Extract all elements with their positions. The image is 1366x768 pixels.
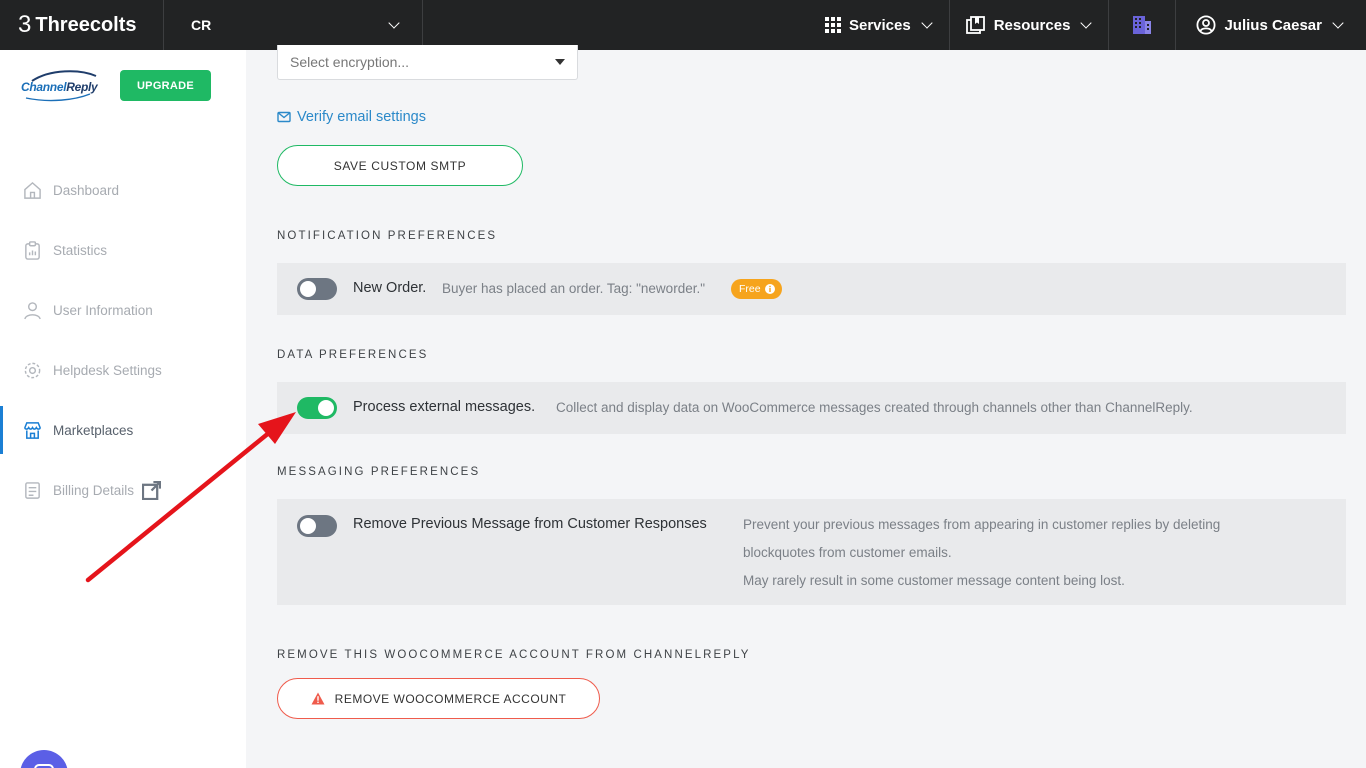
envelope-icon [277,111,291,123]
building-icon [1133,16,1152,34]
home-icon [24,181,41,199]
remove-previous-message-toggle[interactable] [297,515,337,537]
toggle-knob [300,518,316,534]
info-icon [764,284,775,294]
sidebar-item-marketplaces[interactable]: Marketplaces [0,400,246,460]
channelreply-logo[interactable]: ChannelReply [20,70,100,106]
chevron-down-icon [1080,17,1093,29]
chat-launcher-button[interactable] [20,750,68,768]
external-link-icon [142,480,162,500]
save-custom-smtp-button[interactable]: SAVE CUSTOM SMTP [277,145,523,186]
notification-preferences-heading: NOTIFICATION PREFERENCES [277,230,498,242]
threecolts-logo[interactable]: 3 Threecolts [0,0,164,50]
chevron-down-icon [921,17,933,29]
remove-account-label: REMOVE WOOCOMMERCE ACCOUNT [334,691,567,706]
upgrade-button[interactable]: UPGRADE [120,70,211,101]
sidebar-item-label: Marketplaces [53,422,134,438]
remove-account-heading: REMOVE THIS WOOCOMMERCE ACCOUNT FROM CHA… [277,649,751,661]
toggle-knob [300,281,316,297]
remove-previous-message-preference-card: Remove Previous Message from Customer Re… [277,499,1346,605]
resources-label: Resources [993,16,1071,34]
sidebar-item-dashboard[interactable]: Dashboard [0,160,246,220]
sidebar-item-label: Dashboard [53,182,120,198]
chevron-down-icon [1332,17,1344,29]
warning-icon [311,692,325,705]
new-order-description: Buyer has placed an order. Tag: "neworde… [442,281,705,296]
sidebar-item-statistics[interactable]: Statistics [0,220,246,280]
verify-email-settings-link[interactable]: Verify email settings [277,109,426,125]
resources-menu[interactable]: Resources [948,0,1109,50]
encryption-select[interactable]: Select encryption... [277,45,578,80]
account-switcher[interactable]: CR [164,0,423,50]
sidebar-item-billing-details[interactable]: Billing Details [0,460,246,520]
chevron-down-icon [388,17,400,29]
sidebar: ChannelReply UPGRADE Dashboard Statistic… [0,50,246,768]
threecolts-mark-icon: 3 [18,11,32,38]
account-name: CR [191,17,212,33]
free-badge-label: Free [739,283,761,295]
external-messages-description: Collect and display data on WooCommerce … [556,400,1193,415]
new-order-toggle[interactable] [297,278,337,300]
billing-icon [25,481,40,499]
new-order-title: New Order. [353,280,427,296]
gear-icon [24,362,41,378]
organization-button[interactable] [1108,0,1177,50]
sidebar-item-label: Helpdesk Settings [53,362,162,378]
user-menu[interactable]: Julius Caesar [1176,0,1366,50]
grid-icon [824,17,841,33]
encryption-select-placeholder: Select encryption... [290,54,410,70]
chat-icon [34,764,54,768]
user-name: Julius Caesar [1224,16,1322,34]
sidebar-item-label: User Information [53,302,153,318]
clipboard-icon [25,240,40,260]
external-messages-preference-card: Process external messages. Collect and d… [277,382,1346,434]
verify-email-label: Verify email settings [297,109,426,125]
sidebar-item-helpdesk-settings[interactable]: Helpdesk Settings [0,340,246,400]
external-messages-title: Process external messages. [353,399,536,415]
top-bar: 3 Threecolts CR Services Resources Juliu… [0,0,1366,50]
data-preferences-heading: DATA PREFERENCES [277,349,429,361]
sidebar-item-label: Billing Details [53,482,135,498]
remove-previous-message-desc-line1: Prevent your previous messages from appe… [743,517,1221,532]
logo-text: ChannelReply [21,80,98,94]
sidebar-item-label: Statistics [53,242,108,258]
new-order-preference-card: New Order. Buyer has placed an order. Ta… [277,263,1346,315]
process-external-messages-toggle[interactable] [297,397,337,419]
services-label: Services [848,16,911,34]
remove-previous-message-title: Remove Previous Message from Customer Re… [353,516,707,532]
services-menu[interactable]: Services [809,0,949,50]
messaging-preferences-heading: MESSAGING PREFERENCES [277,466,481,478]
user-circle-icon [1196,15,1216,35]
sidebar-nav: Dashboard Statistics User Information He… [0,160,246,520]
brand-name: Threecolts [35,13,137,36]
user-icon [24,301,41,319]
main-content: Select encryption... Verify email settin… [246,45,1366,768]
remove-woocommerce-account-button[interactable]: REMOVE WOOCOMMERCE ACCOUNT [277,678,600,719]
free-badge: Free [731,279,782,299]
remove-previous-message-desc-line2: blockquotes from customer emails. [743,545,952,560]
caret-down-icon [555,59,565,65]
sidebar-item-user-information[interactable]: User Information [0,280,246,340]
remove-previous-message-desc-line3: May rarely result in some customer messa… [743,573,1125,588]
toggle-knob [318,400,334,416]
store-icon [24,421,41,439]
book-icon [965,16,985,34]
